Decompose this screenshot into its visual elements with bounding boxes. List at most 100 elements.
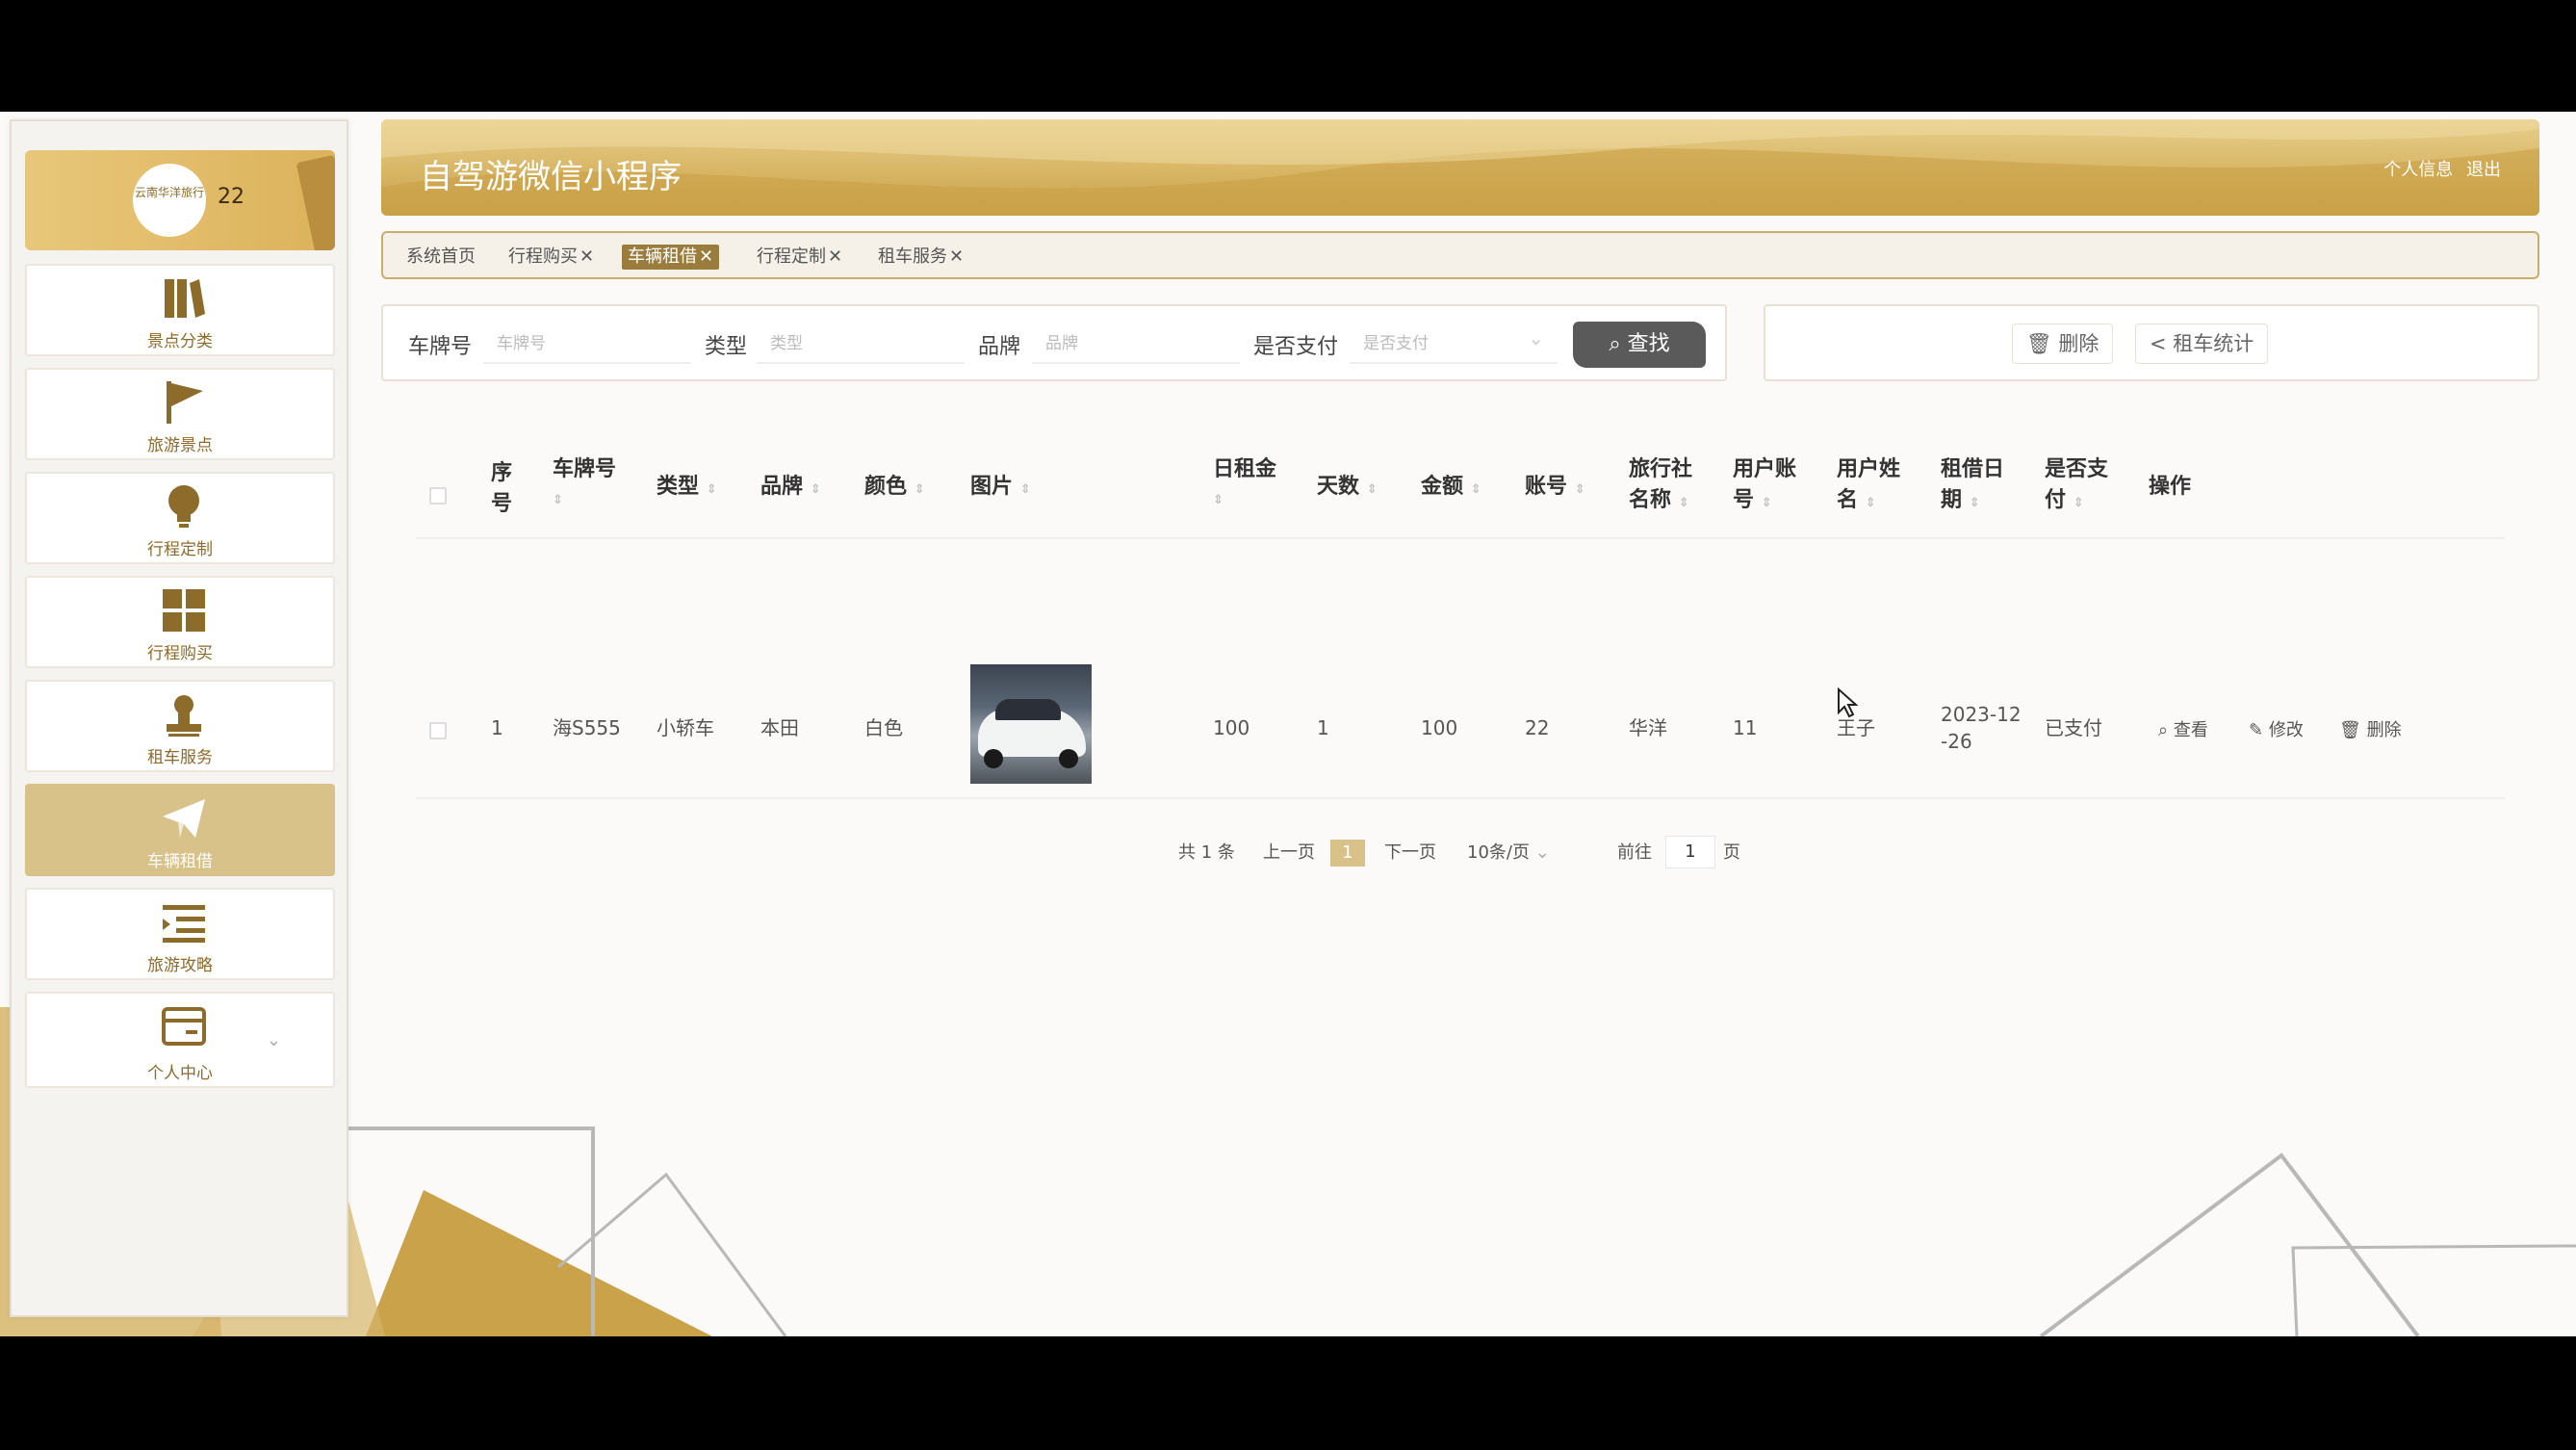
- sort-icon[interactable]: ⇕: [2074, 496, 2084, 510]
- col-rent-date-line1: 租借日: [1941, 457, 2005, 481]
- sort-icon[interactable]: ⇕: [1020, 482, 1031, 497]
- brand-input[interactable]: 品牌: [1032, 324, 1240, 364]
- col-user-name[interactable]: 用户姓名 ⇕: [1837, 454, 1900, 519]
- sort-icon[interactable]: ⇕: [1367, 482, 1378, 497]
- view-button[interactable]: ⌕ 查看: [2158, 716, 2208, 741]
- row-checkbox[interactable]: [429, 722, 447, 739]
- pencil-icon: ✎: [2249, 720, 2264, 740]
- tab-trip-purchase[interactable]: 行程购买 ✕: [504, 245, 598, 270]
- cell-amount: 100: [1421, 716, 1458, 739]
- sort-icon[interactable]: ⇕: [707, 482, 717, 497]
- pager-size-select[interactable]: 10条/页 ⌄: [1467, 840, 1550, 867]
- sidebar-item-label: 个人中心: [147, 1064, 213, 1083]
- tab-home[interactable]: 系统首页: [402, 245, 479, 270]
- delete-button[interactable]: 🗑 删除: [2012, 324, 2114, 364]
- cell-type: 小轿车: [657, 716, 714, 739]
- brand-label: 品牌: [978, 335, 1021, 359]
- sidebar-item-trip-custom[interactable]: 行程定制: [25, 472, 335, 564]
- col-user-account-line2: 号: [1733, 488, 1755, 512]
- col-brand[interactable]: 品牌 ⇕: [760, 472, 821, 505]
- sort-icon[interactable]: ⇕: [914, 482, 925, 497]
- profile-card[interactable]: 云南华洋旅行 22: [25, 150, 335, 250]
- type-input[interactable]: 类型: [757, 324, 965, 364]
- col-daily-rent[interactable]: 日租金 ⇕: [1213, 454, 1276, 516]
- col-paid-line1: 是否支: [2045, 457, 2109, 481]
- col-agency[interactable]: 旅行社 名称 ⇕: [1629, 454, 1692, 519]
- close-icon[interactable]: ✕: [828, 246, 842, 267]
- sort-icon[interactable]: ⇕: [1970, 496, 1980, 510]
- row-delete-button[interactable]: 🗑 删除: [2339, 716, 2402, 741]
- col-user-name-line2: 名: [1837, 488, 1859, 512]
- plate-input[interactable]: 车牌号: [483, 324, 691, 364]
- sort-icon[interactable]: ⇕: [811, 482, 821, 497]
- sort-icon[interactable]: ⇕: [1679, 496, 1689, 510]
- cell-days: 1: [1317, 716, 1329, 739]
- col-amount-label: 金额: [1421, 475, 1464, 499]
- search-panel: 车牌号 车牌号 类型 类型 品牌 品牌 是否支付 是否支付 ⌕ 查找: [381, 304, 1727, 381]
- user-stamp-icon: [167, 695, 201, 737]
- profile-tab-decoration: [296, 154, 335, 250]
- sort-icon[interactable]: ⇕: [1866, 496, 1876, 510]
- pager-goto-label: 前往: [1617, 842, 1652, 863]
- col-plate[interactable]: 车牌号 ⇕: [553, 454, 616, 516]
- chevron-down-icon[interactable]: ⌄: [267, 1030, 281, 1050]
- select-all-checkbox[interactable]: [429, 487, 447, 505]
- tab-car-rental-service[interactable]: 租车服务 ✕: [874, 245, 967, 270]
- sort-icon[interactable]: ⇕: [1762, 496, 1772, 510]
- tab-label: 车辆租借: [628, 246, 697, 267]
- col-user-account[interactable]: 用户账号 ⇕: [1733, 454, 1796, 519]
- paid-select[interactable]: 是否支付: [1350, 318, 1558, 364]
- col-amount[interactable]: 金额 ⇕: [1421, 472, 1481, 505]
- view-label: 查看: [2173, 720, 2208, 740]
- col-color[interactable]: 颜色 ⇕: [864, 472, 925, 505]
- sidebar-item-scenic-spots[interactable]: 旅游景点: [25, 368, 335, 460]
- profile-link[interactable]: 个人信息: [2383, 160, 2453, 180]
- col-paid[interactable]: 是否支付 ⇕: [2045, 454, 2108, 519]
- search-button-label: 查找: [1627, 332, 1670, 356]
- col-type[interactable]: 类型 ⇕: [657, 472, 717, 505]
- col-index[interactable]: 序号: [491, 458, 512, 520]
- close-icon[interactable]: ✕: [580, 246, 594, 267]
- col-days[interactable]: 天数 ⇕: [1317, 472, 1378, 505]
- col-image[interactable]: 图片 ⇕: [970, 472, 1031, 505]
- pager-current-page[interactable]: 1: [1330, 840, 1365, 867]
- sort-icon[interactable]: ⇕: [1575, 482, 1585, 497]
- avatar[interactable]: 云南华洋旅行: [133, 164, 206, 237]
- sidebar: 云南华洋旅行 22 景点分类 旅游景点 行程定制 行程购买 租车服务 车辆租借: [10, 119, 348, 1317]
- sort-icon[interactable]: ⇕: [1213, 485, 1276, 516]
- trash-icon: 🗑: [2026, 332, 2052, 355]
- close-icon[interactable]: ✕: [949, 246, 964, 267]
- app-screen: 云南华洋旅行 22 景点分类 旅游景点 行程定制 行程购买 租车服务 车辆租借: [0, 112, 2576, 1336]
- col-operations: 操作: [2149, 475, 2192, 499]
- logout-link[interactable]: 退出: [2466, 160, 2501, 180]
- col-agency-line2: 名称: [1629, 488, 1672, 512]
- edit-button[interactable]: ✎ 修改: [2249, 716, 2304, 741]
- car-image[interactable]: [970, 664, 1092, 784]
- tab-trip-custom[interactable]: 行程定制 ✕: [753, 245, 846, 270]
- tab-vehicle-rental[interactable]: 车辆租借 ✕: [622, 245, 720, 270]
- cell-agency: 华洋: [1629, 716, 1667, 739]
- lightbulb-icon: [168, 485, 199, 528]
- close-icon[interactable]: ✕: [699, 246, 713, 267]
- col-rent-date-line2: 期: [1941, 488, 1963, 512]
- pager-next[interactable]: 下一页: [1384, 840, 1436, 867]
- sidebar-item-trip-purchase[interactable]: 行程购买: [25, 576, 335, 668]
- sidebar-item-travel-guide[interactable]: 旅游攻略: [25, 888, 335, 980]
- col-rent-date[interactable]: 租借日期 ⇕: [1941, 454, 2004, 519]
- col-account[interactable]: 账号 ⇕: [1525, 472, 1585, 505]
- sidebar-item-personal-center[interactable]: 个人中心 ⌄: [25, 992, 335, 1088]
- pager-goto-suffix: 页: [1723, 842, 1740, 863]
- sort-icon[interactable]: ⇕: [1471, 482, 1481, 497]
- sort-icon[interactable]: ⇕: [553, 485, 616, 516]
- profile-count: 22: [218, 185, 245, 209]
- sidebar-item-car-rental-service[interactable]: 租车服务: [25, 680, 335, 772]
- pager-prev[interactable]: 上一页: [1263, 840, 1315, 867]
- search-button[interactable]: ⌕ 查找: [1573, 322, 1706, 368]
- cell-rent-date: 2023-12 -26: [1941, 701, 2022, 755]
- sidebar-item-scenic-category[interactable]: 景点分类: [25, 264, 335, 356]
- col-user-account-line1: 用户账: [1733, 457, 1797, 481]
- sidebar-item-vehicle-rental[interactable]: 车辆租借: [25, 784, 335, 876]
- search-icon: ⌕: [1609, 332, 1621, 356]
- pager-goto-input[interactable]: 1: [1665, 836, 1715, 868]
- rental-stats-button[interactable]: < 租车统计: [2135, 324, 2269, 364]
